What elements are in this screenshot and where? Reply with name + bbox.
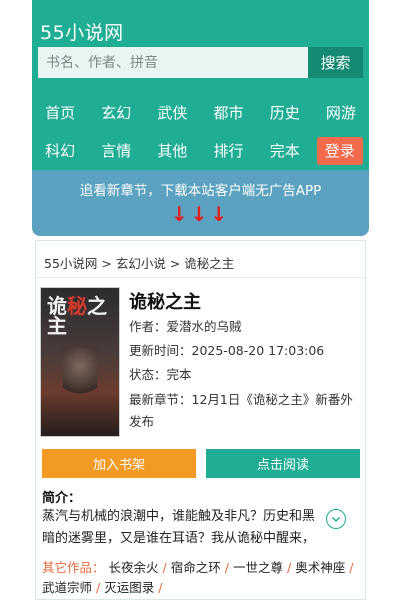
separator: / [286, 560, 292, 575]
nav-item-scifi[interactable]: 科幻 [32, 132, 88, 170]
chevron-down-icon[interactable] [326, 509, 346, 529]
add-to-bookshelf-button[interactable]: 加入书架 [42, 449, 196, 478]
app-promo-banner[interactable]: 追看新章节，下载本站客户端无广告APP ↓↓↓ [32, 170, 369, 236]
nav-item-wuxia[interactable]: 武侠 [144, 94, 200, 132]
separator: / [224, 560, 229, 575]
divider [36, 277, 365, 278]
search-bar: 搜索 [38, 47, 363, 78]
nav-row-2: 科幻 言情 其他 排行 完本 登录 [32, 132, 369, 170]
intro-label: 简介： [42, 491, 82, 506]
separator: / [162, 560, 167, 575]
other-work-link[interactable]: 一世之尊 [233, 560, 283, 575]
book-cover[interactable]: 诡秘之主 [40, 287, 120, 437]
book-status: 状态：完本 [129, 367, 192, 382]
search-input[interactable] [38, 47, 308, 78]
nav-row-1: 首页 玄幻 武侠 都市 历史 网游 [32, 94, 369, 132]
nav-item-romance[interactable]: 言情 [88, 132, 144, 170]
separator: / [349, 560, 354, 575]
site-title[interactable]: 55小说网 [40, 18, 124, 45]
category-nav: 首页 玄幻 武侠 都市 历史 网游 科幻 言情 其他 排行 完本 登录 [32, 94, 369, 170]
separator: / [158, 580, 163, 595]
book-detail-panel: 55小说网 > 玄幻小说 > 诡秘之主 诡秘之主 诡秘之主 作者：爱潜水的乌贼 … [35, 240, 366, 600]
other-work-link[interactable]: 灭运图录 [104, 580, 154, 595]
book-latest-chapter[interactable]: 最新章节：12月1日《诡秘之主》新番外发布 [129, 389, 359, 433]
nav-item-xuanhuan[interactable]: 玄幻 [88, 94, 144, 132]
nav-item-completed[interactable]: 完本 [257, 132, 313, 170]
nav-item-history[interactable]: 历史 [257, 94, 313, 132]
read-button[interactable]: 点击阅读 [206, 449, 360, 478]
book-title: 诡秘之主 [129, 292, 201, 313]
other-work-link[interactable]: 宿命之环 [171, 560, 221, 575]
separator: / [96, 580, 101, 595]
nav-item-home[interactable]: 首页 [32, 94, 88, 132]
page: 55小说网 搜索 首页 玄幻 武侠 都市 历史 网游 科幻 言情 其他 排行 完… [32, 0, 369, 600]
header: 55小说网 搜索 首页 玄幻 武侠 都市 历史 网游 科幻 言情 其他 排行 完… [32, 0, 369, 170]
book-author[interactable]: 作者：爱潜水的乌贼 [129, 317, 242, 337]
other-work-link[interactable]: 奥术神座 [295, 560, 345, 575]
breadcrumb[interactable]: 55小说网 > 玄幻小说 > 诡秘之主 [44, 253, 234, 272]
book-updated-time: 更新时间：2025-08-20 17:03:06 [129, 343, 325, 358]
login-button[interactable]: 登录 [316, 137, 363, 165]
promo-text: 追看新章节，下载本站客户端无广告APP [79, 183, 322, 199]
cover-title: 诡秘之主 [47, 294, 107, 338]
nav-item-urban[interactable]: 都市 [200, 94, 256, 132]
nav-item-other[interactable]: 其他 [144, 132, 200, 170]
search-button[interactable]: 搜索 [308, 47, 363, 78]
other-work-link[interactable]: 长夜余火 [109, 560, 159, 575]
nav-item-game[interactable]: 网游 [313, 94, 369, 132]
nav-item-ranking[interactable]: 排行 [200, 132, 256, 170]
other-works: 其它作品： 长夜余火 / 宿命之环 / 一世之尊 / 奥术神座/武道宗师 / 灭运图录 / [42, 558, 360, 598]
cover-figure [63, 348, 97, 408]
intro-text: 蒸汽与机械的浪潮中，谁能触及非凡？历史和黑暗的迷雾里，又是谁在耳语？我从诡秘中醒… [42, 509, 316, 546]
other-work-link[interactable]: 武道宗师 [42, 580, 92, 595]
other-works-label: 其它作品： [42, 560, 105, 575]
down-arrows-icon: ↓↓↓ [170, 202, 231, 226]
